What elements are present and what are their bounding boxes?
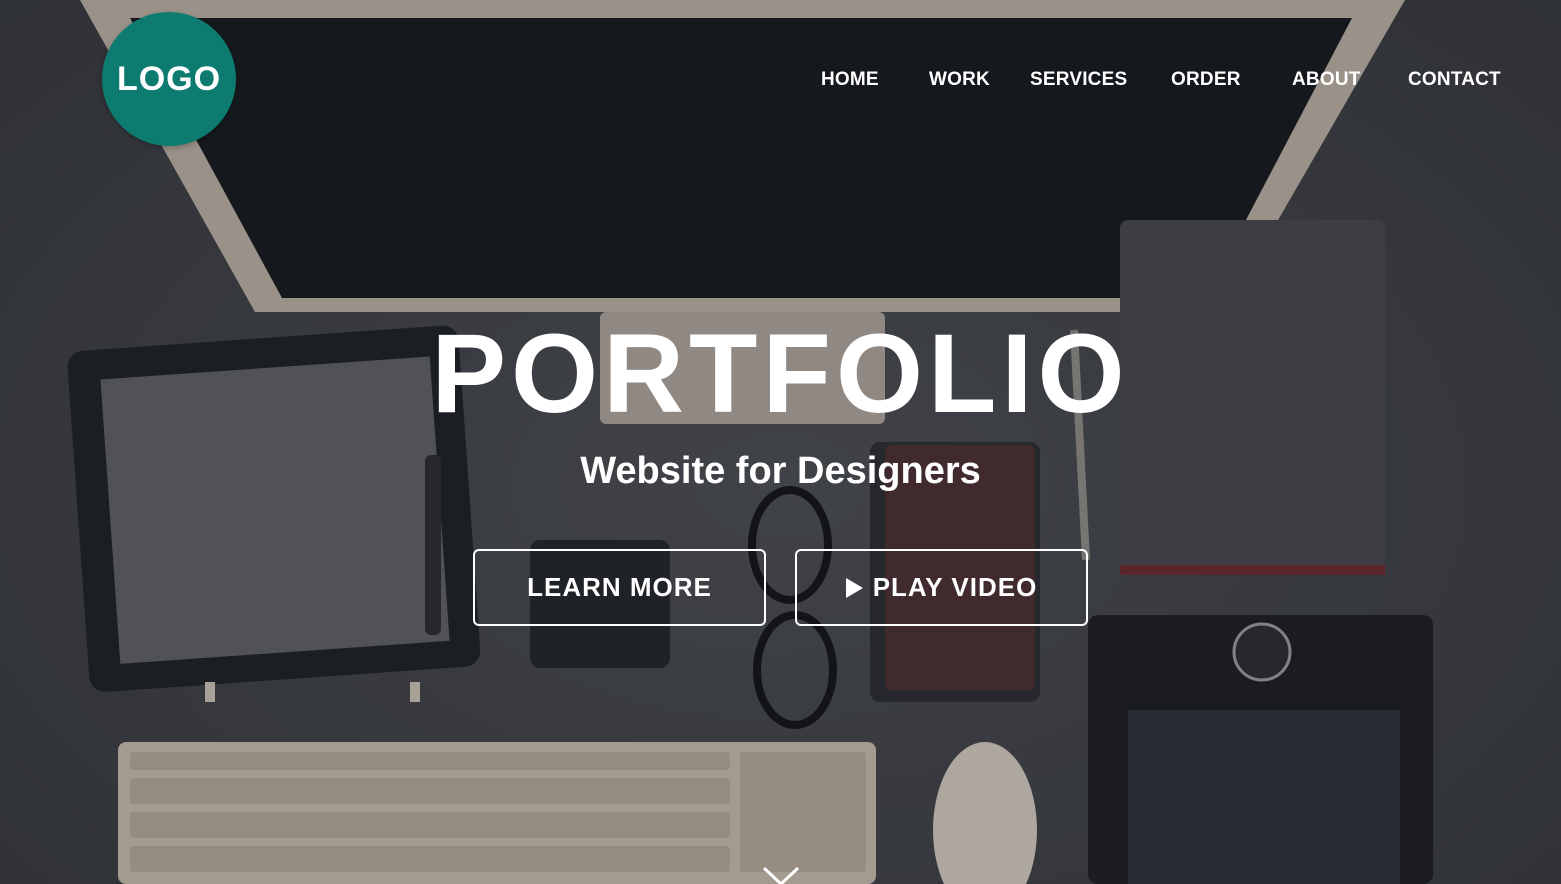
nav-item-order[interactable]: ORDER — [1171, 68, 1241, 92]
hero-section: LOGO HOME WORK SERVICES ORDER ABOUT CONT… — [0, 0, 1561, 884]
main-navigation: HOME WORK SERVICES ORDER ABOUT CONTACT — [0, 68, 1561, 94]
nav-item-contact[interactable]: CONTACT — [1408, 68, 1501, 92]
hero-subtitle: Website for Designers — [580, 450, 981, 492]
learn-more-label: LEARN MORE — [527, 572, 712, 602]
learn-more-button[interactable]: LEARN MORE — [473, 549, 766, 626]
hero-dark-overlay — [0, 0, 1561, 884]
nav-item-work[interactable]: WORK — [929, 68, 990, 92]
nav-item-about[interactable]: ABOUT — [1292, 68, 1361, 92]
play-icon — [845, 577, 863, 598]
nav-item-home[interactable]: HOME — [821, 68, 879, 92]
nav-item-services[interactable]: SERVICES — [1030, 68, 1127, 92]
play-video-label: PLAY VIDEO — [872, 572, 1038, 602]
hero-title: PORTFOLIO — [431, 311, 1130, 436]
play-video-button[interactable]: PLAY VIDEO — [795, 549, 1088, 626]
chevron-down-icon[interactable] — [761, 866, 801, 884]
